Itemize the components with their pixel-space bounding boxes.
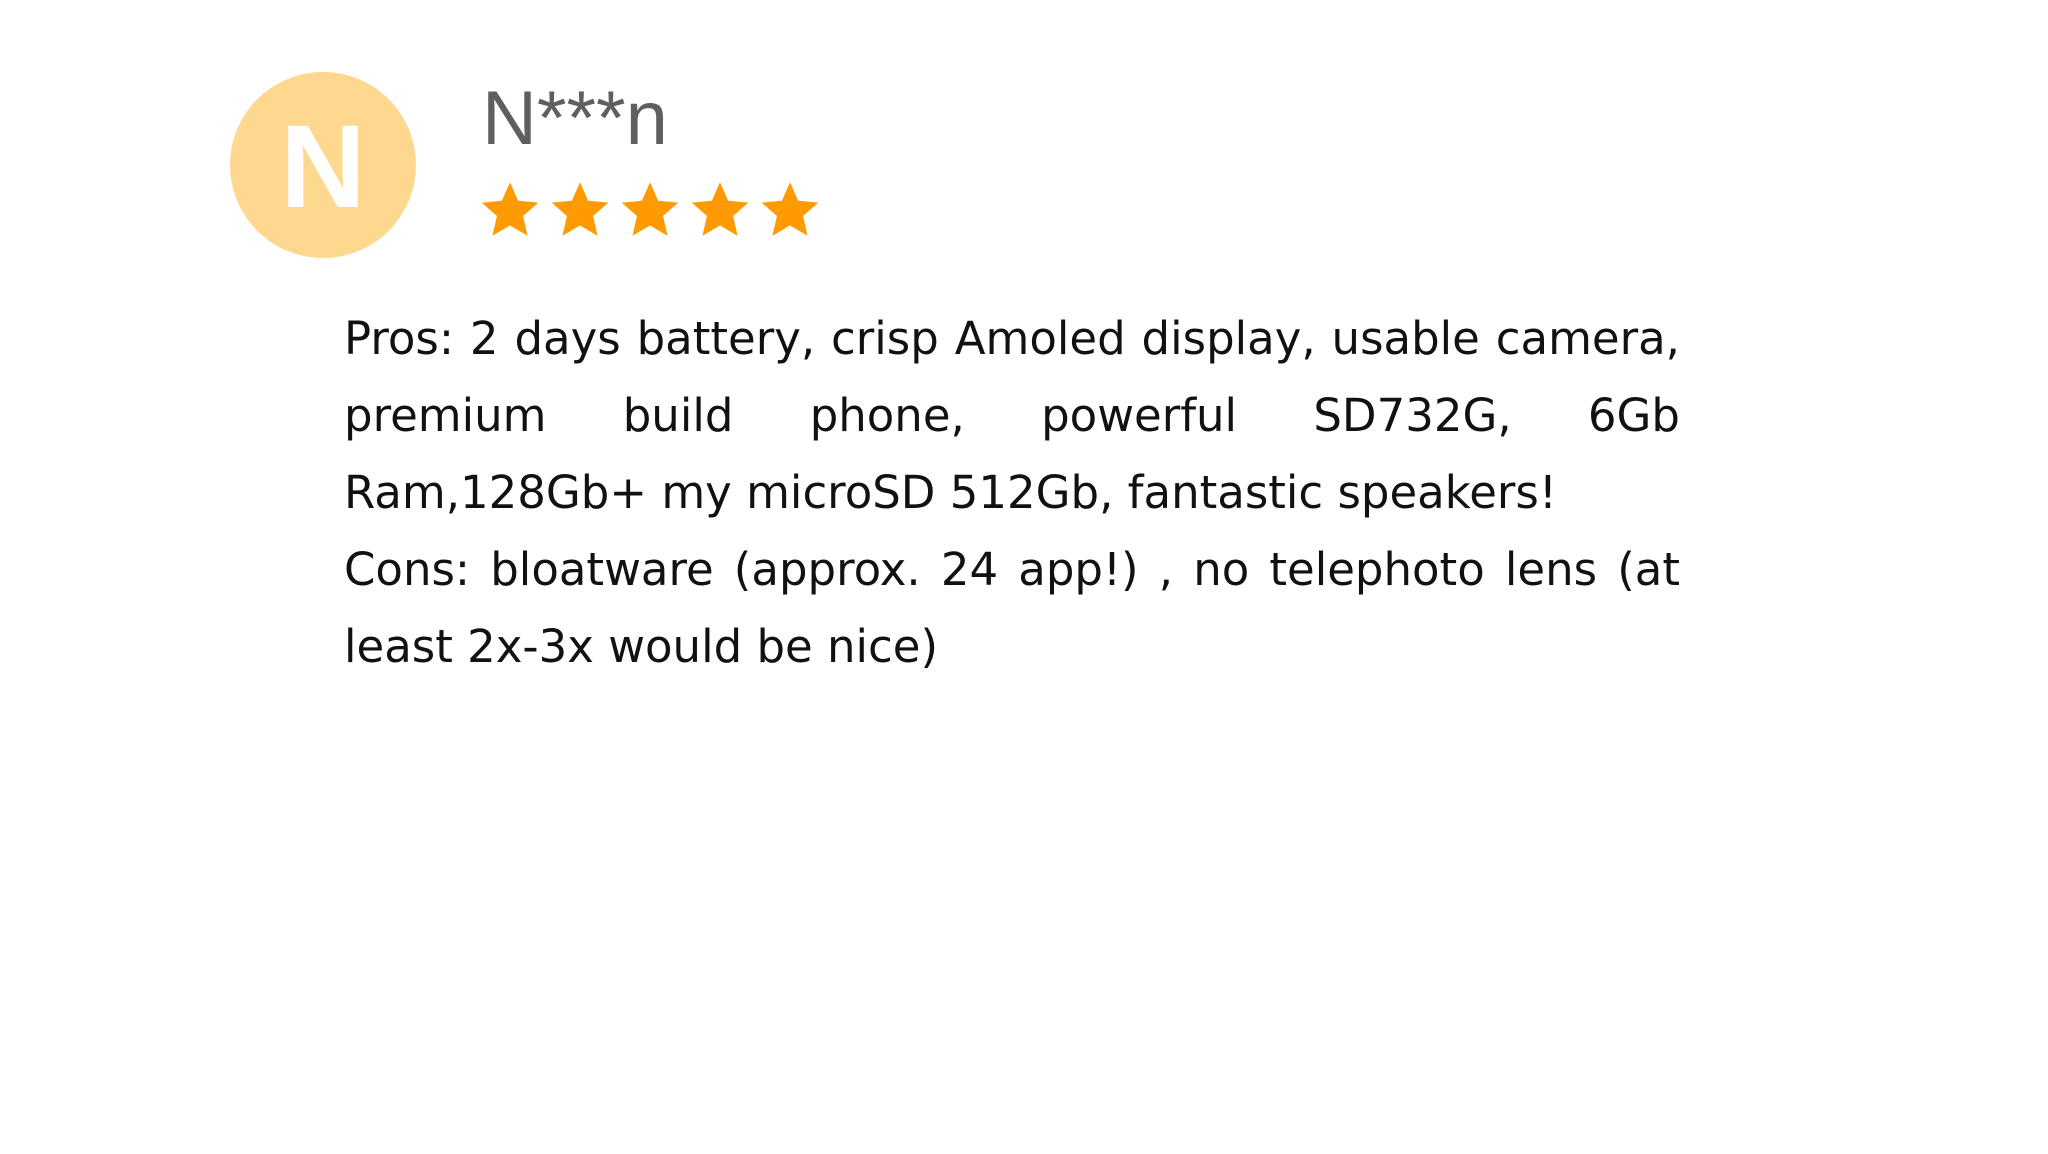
avatar: N <box>230 72 416 258</box>
review-text: Pros: 2 days battery, crisp Amoled displ… <box>344 300 1680 685</box>
review-card: N N***n Pros: 2 days battery, crisp Amol… <box>0 0 2048 1154</box>
star-icon <box>551 182 609 236</box>
star-rating <box>478 178 822 242</box>
star-icon <box>761 182 819 236</box>
review-pros: Pros: 2 days battery, crisp Amoled displ… <box>344 312 1680 519</box>
avatar-initial: N <box>280 101 366 233</box>
reviewer-name: N***n <box>482 76 668 161</box>
review-cons: Cons: bloatware (approx. 24 app!) , no t… <box>344 543 1680 673</box>
star-icon <box>481 182 539 236</box>
star-icon <box>621 182 679 236</box>
star-icon <box>691 182 749 236</box>
